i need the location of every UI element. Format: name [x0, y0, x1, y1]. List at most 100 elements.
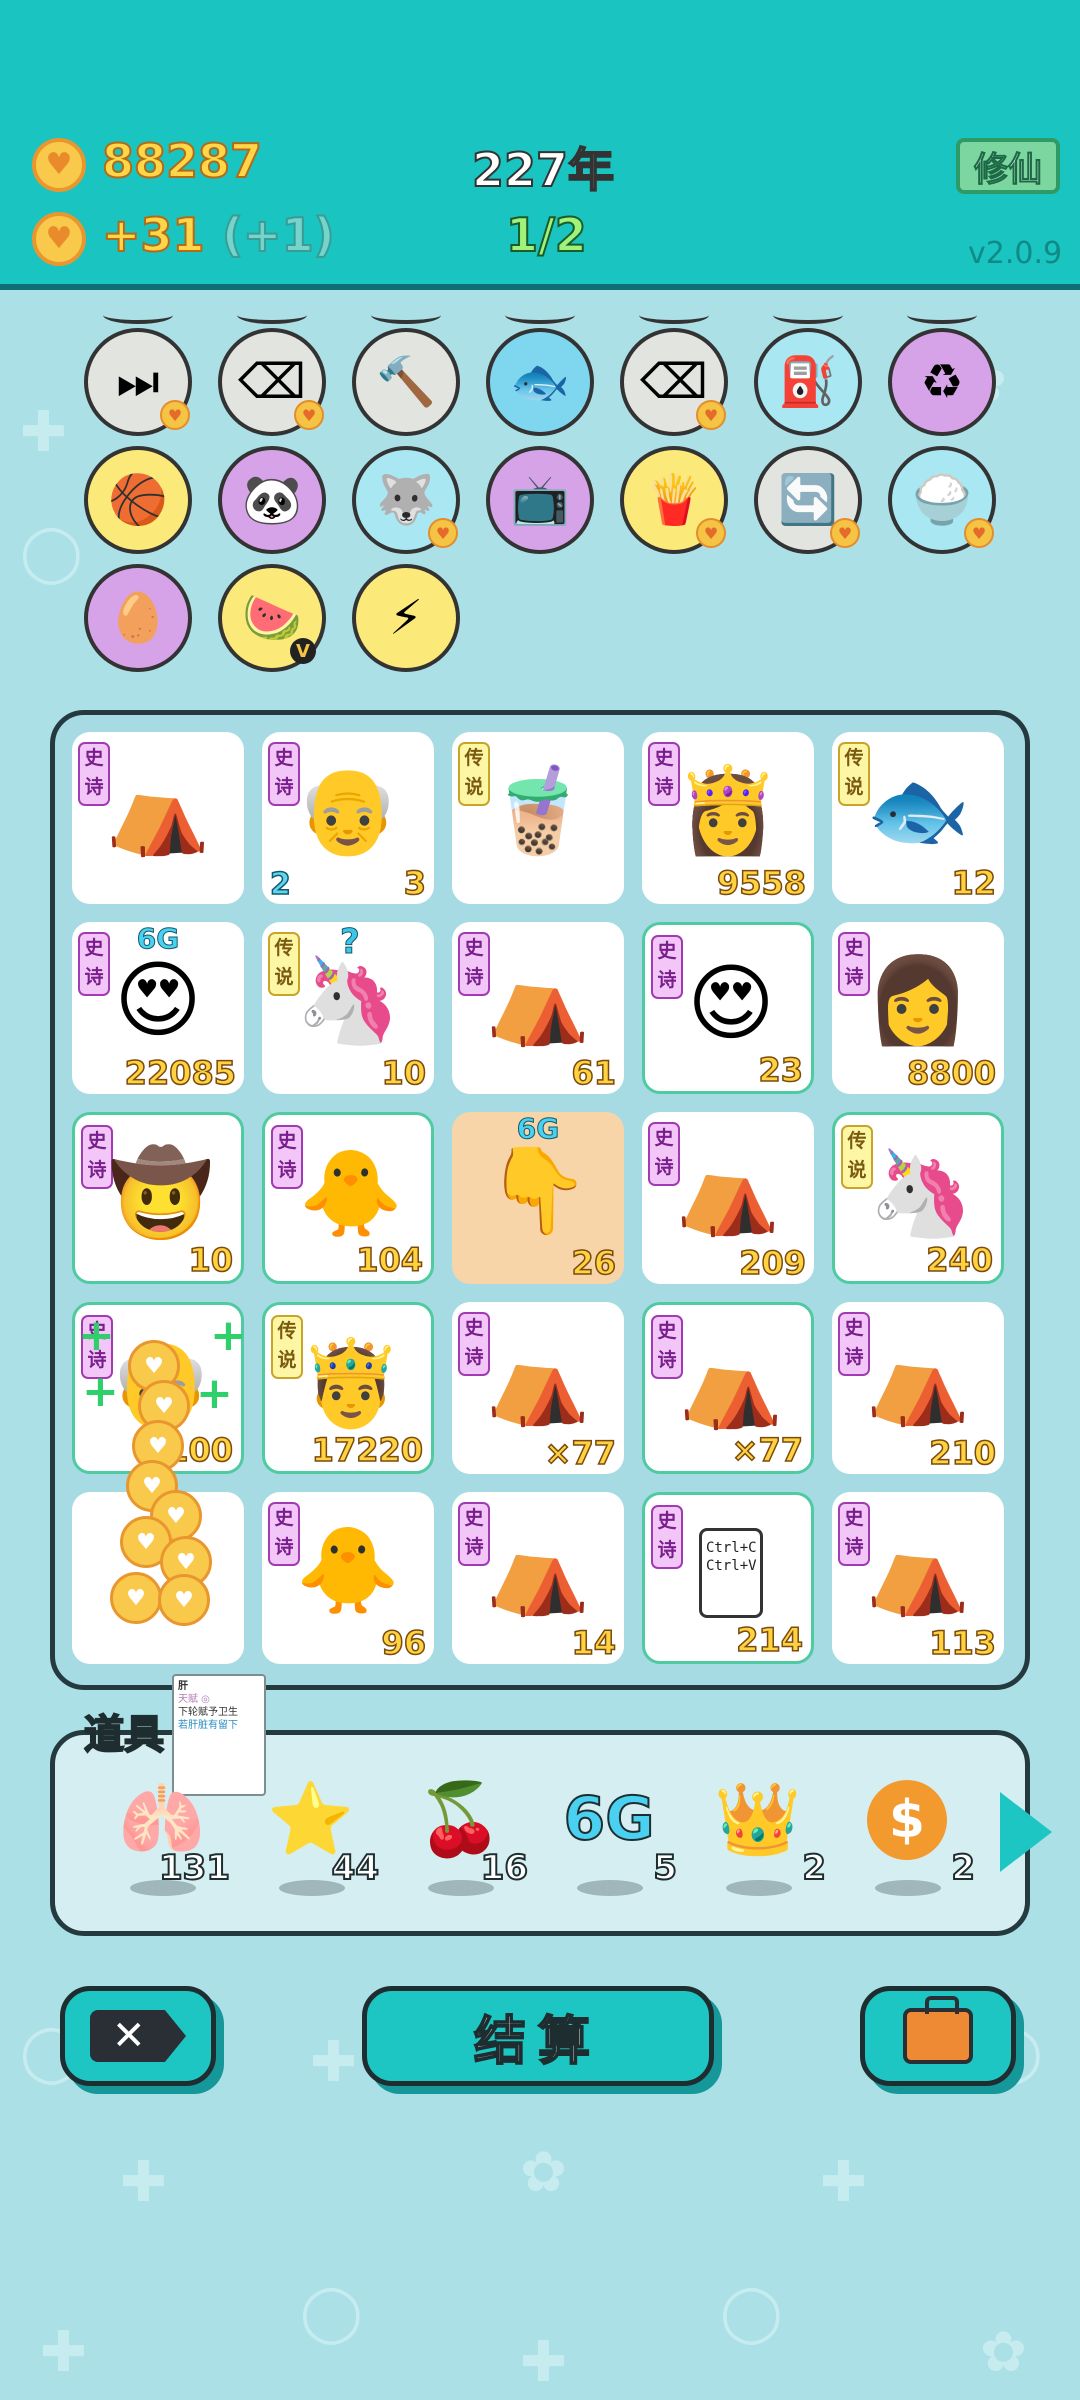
copy-text: Ctrl+C	[706, 1540, 757, 1556]
board-card[interactable]: 史诗 ⛺ 209	[642, 1112, 814, 1284]
skill-pump[interactable]: ⛽	[754, 328, 862, 436]
board-card[interactable]: 史诗 🐥 96	[262, 1492, 434, 1664]
board-card[interactable]: 传说 🦄? 10	[262, 922, 434, 1094]
coin-cost-icon: ♥	[964, 518, 994, 548]
delete-icon: ⌫	[640, 354, 708, 410]
tool-liver[interactable]: 🫁 131	[100, 1768, 231, 1898]
skill-row-edge	[773, 306, 843, 324]
coin-cost-icon: ♥	[428, 518, 458, 548]
board-card[interactable]: 史诗 ⛺ 210	[832, 1302, 1004, 1474]
tool-count: 131	[158, 1847, 231, 1889]
card-value: 210	[928, 1433, 996, 1473]
tool-coin[interactable]: $2	[845, 1768, 976, 1898]
card-value: 26	[571, 1243, 617, 1283]
card-art-icon: ⛺	[105, 761, 211, 859]
skill-panda[interactable]: 🐼	[218, 446, 326, 554]
card-art-icon: 👇	[485, 1141, 591, 1239]
egg-icon: 🥚	[108, 590, 168, 646]
delete-button[interactable]: ✕	[60, 1986, 216, 2086]
tool-shadow	[726, 1880, 792, 1896]
tooltip-line: 若肝脏有留下	[178, 1720, 238, 1731]
skill-refresh[interactable]: 🔄 ♥	[754, 446, 862, 554]
card-value: 17220	[311, 1430, 424, 1470]
card-value: ×77	[731, 1430, 804, 1470]
board-card[interactable]: 传说 🦄 240	[832, 1112, 1004, 1284]
skill-rice-bowl[interactable]: 🍚 ♥	[888, 446, 996, 554]
card-art-icon: 😍	[687, 954, 775, 1052]
tool-star[interactable]: ⭐ 44	[249, 1768, 380, 1898]
skill-tv[interactable]: 📺	[486, 446, 594, 554]
skill-recycle[interactable]: ♻	[888, 328, 996, 436]
delete-icon: ⌫	[238, 354, 306, 410]
board-card[interactable]: 👇 6G 26	[452, 1112, 624, 1284]
skill-basketballs[interactable]: 🏀	[84, 446, 192, 554]
card-value: 61	[571, 1053, 617, 1093]
skill-hammer[interactable]: 🔨	[352, 328, 460, 436]
board-card[interactable]: 传说 🤴 17220	[262, 1302, 434, 1474]
board-card[interactable]: 史诗 🐥 104	[262, 1112, 434, 1284]
skip-icon: ⏭	[116, 354, 160, 410]
card-art-icon: 👴	[295, 761, 401, 859]
skill-fruit-basket[interactable]: 🍉 V	[218, 564, 326, 672]
tool-count: 44	[331, 1847, 380, 1889]
card-level: 2	[269, 866, 291, 903]
cultivation-mode-button[interactable]: 修仙	[956, 138, 1060, 194]
card-6g-label: 6G	[516, 1112, 560, 1146]
tools-next-arrow-icon[interactable]	[1000, 1792, 1052, 1872]
skill-lightning[interactable]: ⚡	[352, 564, 460, 672]
pump-icon: ⛽	[778, 354, 838, 410]
skill-row-edge	[907, 306, 977, 324]
card-art-icon: 👩	[865, 951, 971, 1049]
briefcase-icon	[903, 1996, 973, 2064]
coin-rate-bonus: (+1)	[221, 207, 336, 263]
skill-row-edge	[371, 306, 441, 324]
board-card[interactable]: 史诗 🤠 10	[72, 1112, 244, 1284]
card-art-icon: ⛺	[678, 1334, 784, 1432]
board-card[interactable]: 史诗 👴 2 3	[262, 732, 434, 904]
skill-fishbowl[interactable]: 🐟	[486, 328, 594, 436]
paste-text: Ctrl+V	[706, 1558, 757, 1574]
board-card[interactable]: 传说 🧋	[452, 732, 624, 904]
board-card[interactable]: 传说 🐟 12	[832, 732, 1004, 904]
skill-egg[interactable]: 🥚	[84, 564, 192, 672]
skill-fries[interactable]: 🍟 ♥	[620, 446, 728, 554]
crown-icon: 👑	[714, 1778, 802, 1860]
skill-husky[interactable]: 🐺 ♥	[352, 446, 460, 554]
board-card[interactable]: 史诗 ⛺ 14	[452, 1492, 624, 1664]
skill-delete[interactable]: ⌫ ♥	[218, 328, 326, 436]
card-art-icon: 🐥	[295, 1521, 401, 1619]
board-card[interactable]: 史诗 👩 8800	[832, 922, 1004, 1094]
card-art-icon: 🐟	[865, 761, 971, 859]
skill-skip[interactable]: ⏭ ♥	[84, 328, 192, 436]
tool-6g[interactable]: 6G 5	[547, 1768, 678, 1898]
tool-crown[interactable]: 👑 2	[696, 1768, 827, 1898]
coin-cost-icon: ♥	[696, 400, 726, 430]
panda-icon: 🐼	[242, 472, 302, 528]
tool-lychee[interactable]: 🍒 16	[398, 1768, 529, 1898]
board-card[interactable]: 史诗 😍 6G 22085	[72, 922, 244, 1094]
tools-title: 道具	[83, 1711, 165, 1759]
board-card[interactable]: 史诗 Ctrl+C Ctrl+V 214	[642, 1492, 814, 1664]
board-card[interactable]: 史诗 ⛺	[72, 732, 244, 904]
board-card[interactable]: 史诗 👸 9558	[642, 732, 814, 904]
board-card[interactable]: 史诗 ⛺ ×77	[452, 1302, 624, 1474]
tool-count: 2	[950, 1847, 976, 1889]
rice-bowl-icon: 🍚	[912, 472, 972, 528]
tool-shadow	[875, 1880, 941, 1896]
card-art-icon: ⛺	[485, 1521, 591, 1619]
board-card[interactable]: 史诗 😍 23	[642, 922, 814, 1094]
card-value: 113	[928, 1623, 996, 1663]
coin-icon: ♥	[32, 138, 86, 192]
inventory-button[interactable]	[860, 1986, 1016, 2086]
card-value: 104	[355, 1240, 423, 1280]
husky-icon: 🐺	[376, 472, 436, 528]
board-card[interactable]: 史诗 ⛺ 61	[452, 922, 624, 1094]
card-art-icon: 🧋	[485, 761, 591, 859]
coin-cost-icon: ♥	[696, 518, 726, 548]
settle-button[interactable]: 结算	[362, 1986, 714, 2086]
card-value: 12	[951, 863, 997, 903]
skill-delete[interactable]: ⌫ ♥	[620, 328, 728, 436]
board-card[interactable]: 史诗 ⛺ 113	[832, 1492, 1004, 1664]
card-value: 8800	[906, 1053, 997, 1093]
board-card[interactable]: 史诗 ⛺ ×77	[642, 1302, 814, 1474]
